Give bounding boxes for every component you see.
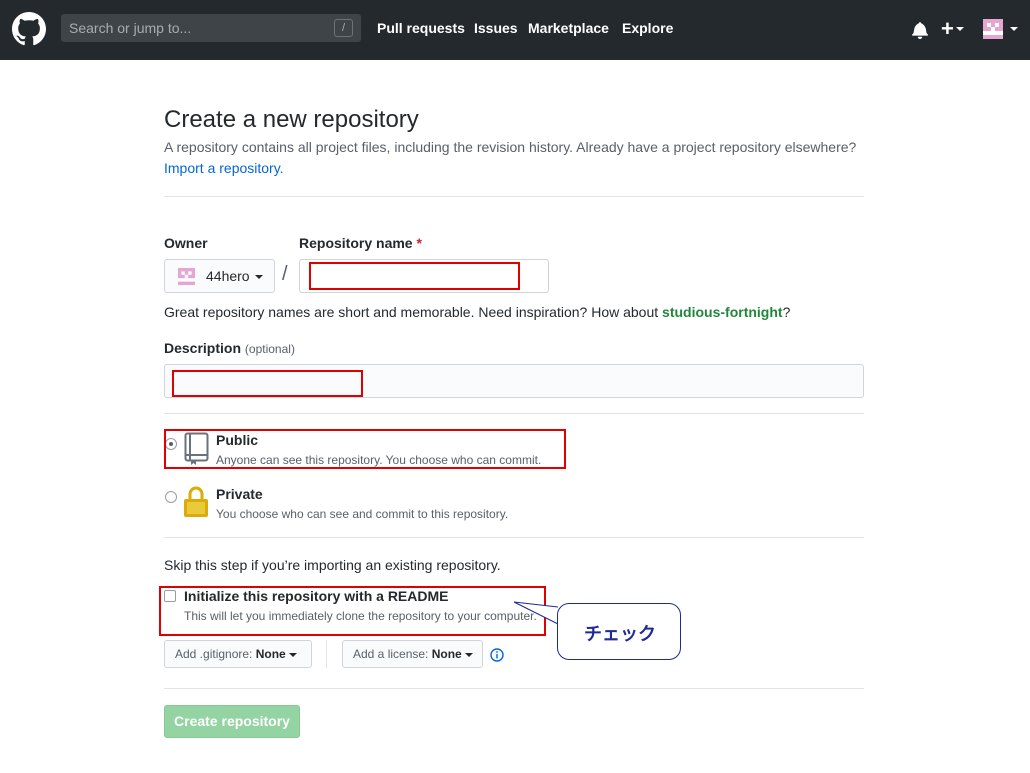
private-option-title: Private xyxy=(216,486,263,502)
repo-name-label-text: Repository name xyxy=(299,235,413,251)
divider xyxy=(164,196,864,197)
required-mark: * xyxy=(416,235,422,251)
nav-issues[interactable]: Issues xyxy=(474,20,518,36)
import-repository-link[interactable]: Import a repository. xyxy=(164,160,284,176)
create-new-plus-icon[interactable]: + xyxy=(941,18,964,40)
license-value: None xyxy=(431,647,462,661)
chevron-down-icon xyxy=(955,27,964,31)
private-option-desc: You choose who can see and commit to thi… xyxy=(216,507,509,521)
annotation-box-repo-name xyxy=(309,262,520,290)
global-header: / Pull requests Issues Marketplace Explo… xyxy=(0,0,1030,60)
chevron-down-icon xyxy=(289,652,298,657)
owner-select-button[interactable]: 44hero xyxy=(164,259,275,293)
hint-suffix: ? xyxy=(782,304,791,320)
page-title: Create a new repository xyxy=(164,106,419,133)
github-logo-icon[interactable] xyxy=(12,12,46,46)
nav-pull-requests[interactable]: Pull requests xyxy=(377,20,465,36)
annotation-box-public xyxy=(164,429,566,469)
create-repository-button[interactable]: Create repository xyxy=(164,705,300,738)
nav-explore[interactable]: Explore xyxy=(622,20,673,36)
gitignore-value: None xyxy=(255,647,286,661)
bell-icon[interactable] xyxy=(912,21,928,39)
page-subtitle: A repository contains all project files,… xyxy=(164,139,857,155)
repo-name-label: Repository name * xyxy=(299,235,422,251)
private-radio[interactable] xyxy=(165,491,177,503)
lock-icon xyxy=(184,486,208,517)
chevron-down-icon xyxy=(255,275,263,279)
callout-bubble: チェック xyxy=(557,603,681,660)
divider xyxy=(164,537,864,538)
license-select[interactable]: Add a license: None xyxy=(342,640,483,668)
divider xyxy=(326,640,327,668)
callout-text: チェック xyxy=(584,624,656,644)
nav-marketplace[interactable]: Marketplace xyxy=(528,20,609,36)
hint-prefix: Great repository names are short and mem… xyxy=(164,304,663,320)
owner-name: 44hero xyxy=(206,268,250,284)
divider xyxy=(164,688,864,689)
chevron-down-icon xyxy=(1009,27,1018,31)
divider xyxy=(164,413,864,414)
owner-repo-separator: / xyxy=(282,263,288,285)
annotation-box-description xyxy=(172,370,363,397)
user-avatar-menu[interactable] xyxy=(983,19,1018,39)
optional-tag: (optional) xyxy=(244,342,295,356)
search-box[interactable]: / xyxy=(61,14,361,42)
skip-step-note: Skip this step if you’re importing an ex… xyxy=(164,557,501,573)
description-label-text: Description xyxy=(164,340,242,356)
annotation-box-readme xyxy=(159,586,546,636)
gitignore-select[interactable]: Add .gitignore: None xyxy=(164,640,312,668)
info-icon[interactable] xyxy=(490,648,504,662)
description-label: Description (optional) xyxy=(164,340,295,356)
chevron-down-icon xyxy=(465,652,474,657)
owner-label: Owner xyxy=(164,235,208,251)
avatar-icon xyxy=(983,19,1003,39)
gitignore-label: Add .gitignore: xyxy=(175,647,253,661)
search-input[interactable] xyxy=(61,14,331,42)
repo-name-hint: Great repository names are short and mem… xyxy=(164,304,790,320)
callout-pointer xyxy=(513,601,559,625)
owner-avatar-icon xyxy=(178,268,195,285)
suggested-name-link[interactable]: studious-fortnight xyxy=(662,304,783,320)
license-label: Add a license: xyxy=(353,647,429,661)
search-shortcut-key: / xyxy=(334,19,353,37)
